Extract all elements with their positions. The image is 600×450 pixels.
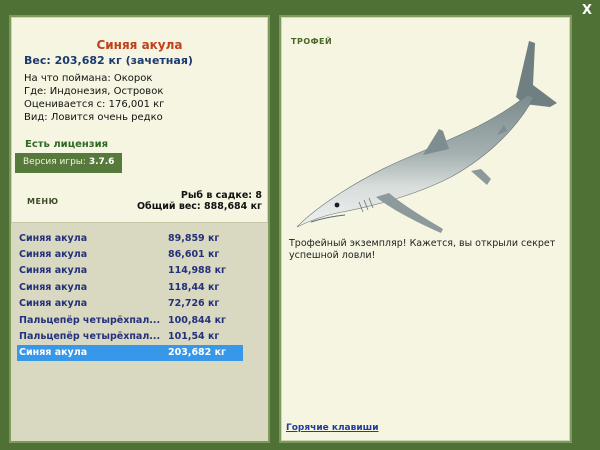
version-bar: Версия игры: 3.7.6 [15,153,122,173]
version-value: 3.7.6 [88,157,115,167]
shark-eye [334,202,340,208]
info-rating: Оценивается с: 176,001 кг [24,99,165,110]
version-label: Версия игры: [23,157,86,167]
catch-name: Синяя акула [19,249,88,261]
catch-list-area: Синяя акула 89,859 кг Синяя акула 86,601 кг… [11,222,268,441]
info-location: Где: Индонезия, Островок [24,86,164,97]
shark-tail-fin [516,41,557,107]
catch-row[interactable]: Синяя акула 118,44 кг [17,279,243,295]
license-status: Есть лицензия [25,139,109,150]
catch-name: Синяя акула [19,298,88,310]
catch-row[interactable]: Синяя акула 114,988 кг [17,263,243,279]
trophy-description: Трофейный экземпляр! Кажется, вы открыли… [289,238,556,261]
catch-list: Синяя акула 89,859 кг Синяя акула 86,601 кг… [17,230,243,362]
catch-name: Синяя акула [19,232,88,244]
close-button[interactable]: X [582,3,592,18]
trophy-title: ТРОФЕЙ [291,37,333,46]
menu-button[interactable]: Меню [27,197,59,206]
catch-name: Синяя акула [19,347,88,359]
info-bait: На что поймана: Окорок [24,73,153,84]
hotkeys-link[interactable]: Горячие клавиши [286,423,379,433]
catch-name: Синяя акула [19,281,88,293]
catch-row[interactable]: Синяя акула 86,601 кг [17,246,243,262]
shark-body [296,94,535,228]
catch-row[interactable]: Синяя акула 72,726 кг [17,296,243,312]
catch-weight: 101,54 кг [168,331,220,343]
catch-name: Пальцепёр четырёхпал... [19,331,161,343]
catch-row[interactable]: Пальцепёр четырёхпал... 101,54 кг [17,328,243,344]
catch-name: Синяя акула [19,265,88,277]
cage-count: Рыб в садке: 8 [180,190,262,201]
catch-weight: 114,988 кг [168,265,226,277]
catch-weight: 72,726 кг [168,298,220,310]
trophy-panel: ТРОФЕЙ Трофейный экземпляр! Кажется, вы … [279,15,572,443]
catch-weight: 89,859 кг [168,232,220,244]
catch-weight: 86,601 кг [168,249,220,261]
cage-total-weight: Общий вес: 888,684 кг [136,201,262,212]
catch-weight: 118,44 кг [168,281,220,293]
fish-weight: Вес: 203,682 кг (зачетная) [24,54,193,67]
catch-weight: 100,844 кг [168,314,226,326]
shark-pectoral-fin [376,193,443,233]
fish-info-panel: Синяя акула Вес: 203,682 кг (зачетная) Н… [9,15,270,443]
cage-stats: Рыб в садке: 8 Общий вес: 888,684 кг [137,190,262,212]
catch-row[interactable]: Синяя акула 89,859 кг [17,230,243,246]
fish-name-title: Синяя акула [96,38,183,52]
catch-weight: 203,682 кг [168,347,226,359]
catch-row[interactable]: Пальцепёр четырёхпал... 100,844 кг [17,312,243,328]
info-species: Вид: Ловится очень редко [24,112,163,123]
blue-shark-image [296,41,557,233]
catch-name: Пальцепёр четырёхпал... [19,314,161,326]
catch-row[interactable]: Синяя акула 203,682 кг [17,344,243,362]
